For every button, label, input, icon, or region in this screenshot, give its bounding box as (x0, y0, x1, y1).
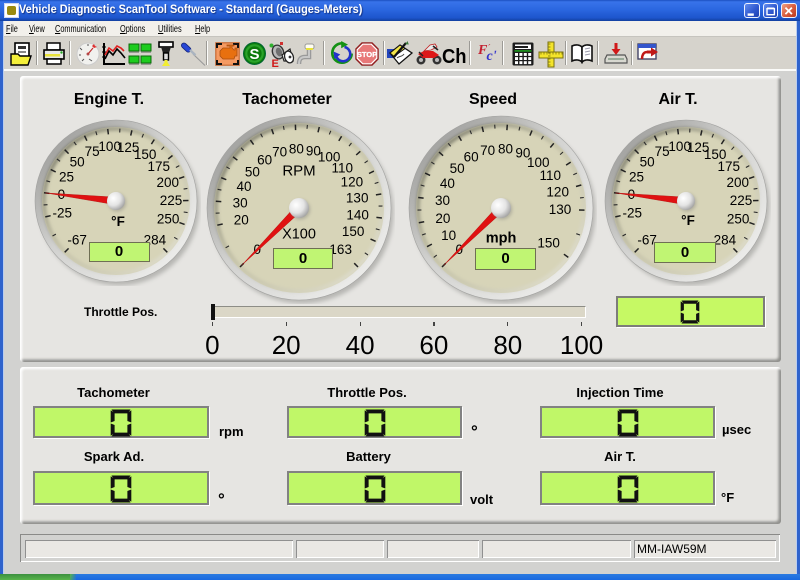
svg-text:20: 20 (234, 213, 249, 228)
svg-text:°F: °F (681, 213, 695, 228)
svg-text:10: 10 (441, 228, 456, 243)
svg-text:E: E (272, 58, 279, 68)
svg-text:80: 80 (498, 142, 513, 157)
svg-text:RPM: RPM (282, 163, 315, 180)
svg-text:50: 50 (640, 155, 655, 170)
svg-text:X100: X100 (282, 227, 316, 243)
svg-text:50: 50 (70, 154, 85, 169)
svg-text:75: 75 (85, 144, 100, 159)
svg-text:200: 200 (727, 175, 750, 190)
svg-text:120: 120 (546, 184, 569, 199)
svg-text:60: 60 (464, 150, 479, 165)
svg-text:75: 75 (655, 144, 670, 159)
svg-text:40: 40 (236, 179, 251, 194)
svg-text:175: 175 (718, 159, 741, 174)
svg-text:80: 80 (289, 142, 304, 157)
svg-text:225: 225 (160, 193, 183, 208)
svg-text:STOP: STOP (357, 50, 377, 59)
svg-text:225: 225 (730, 193, 753, 208)
svg-text:70: 70 (272, 145, 287, 160)
svg-text:175: 175 (148, 159, 171, 174)
svg-text:mph: mph (486, 231, 517, 247)
svg-text:30: 30 (435, 193, 450, 208)
svg-text:-67: -67 (67, 232, 87, 247)
svg-text:50: 50 (450, 161, 465, 176)
svg-text:250: 250 (157, 211, 180, 226)
svg-text:S: S (249, 46, 259, 63)
svg-text:-25: -25 (623, 206, 643, 221)
svg-text:25: 25 (629, 170, 644, 185)
svg-text:110: 110 (540, 168, 562, 183)
svg-text:284: 284 (714, 232, 737, 247)
svg-text:250: 250 (727, 211, 750, 226)
svg-text:120: 120 (341, 174, 364, 189)
svg-text:130: 130 (346, 191, 369, 206)
svg-text:200: 200 (157, 175, 180, 190)
svg-text:150: 150 (342, 224, 365, 239)
svg-text:40: 40 (440, 176, 455, 191)
svg-text:140: 140 (346, 208, 369, 223)
svg-text:30: 30 (233, 196, 248, 211)
svg-text:130: 130 (549, 202, 572, 217)
svg-text:20: 20 (435, 211, 450, 226)
svg-text:-25: -25 (53, 205, 73, 220)
svg-text:70: 70 (480, 143, 495, 158)
svg-text:60: 60 (257, 153, 272, 168)
svg-text:150: 150 (537, 235, 560, 250)
svg-text:°F: °F (111, 214, 125, 229)
svg-text:25: 25 (59, 169, 74, 184)
svg-text:110: 110 (332, 160, 354, 175)
